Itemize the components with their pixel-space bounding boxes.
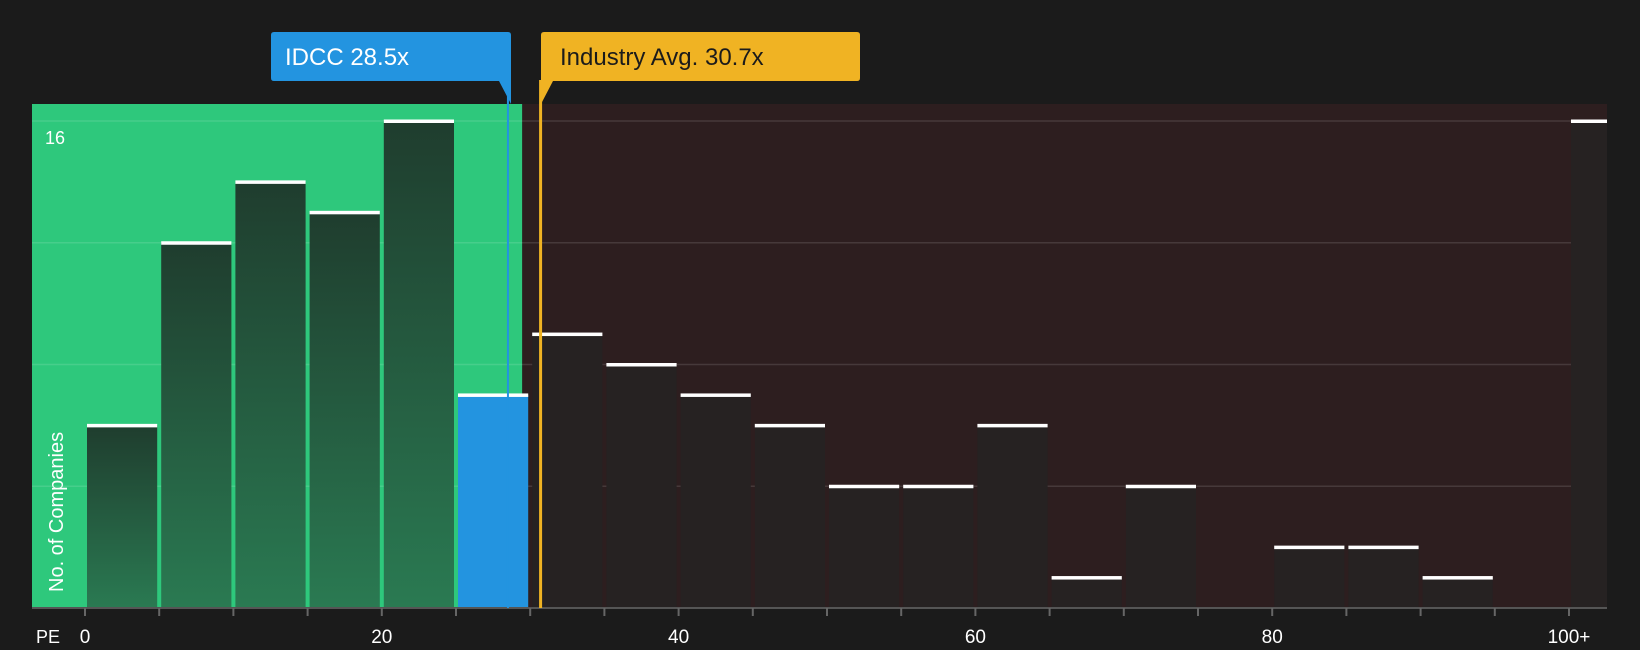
bar-100 [1571, 119, 1607, 608]
x-tick-label-2: 40 [668, 627, 689, 648]
x-axis-label: PE [36, 627, 60, 647]
bar-100-body [1571, 121, 1607, 608]
bar-40-body [680, 394, 751, 608]
company-callout-label: IDCC 28.5x [285, 44, 409, 71]
bar-30-body [532, 334, 603, 608]
bar-20-body [383, 121, 454, 608]
bar-10-body [235, 181, 306, 608]
bar-0 [87, 423, 158, 608]
bar-65 [1051, 576, 1122, 608]
bar-0-body [87, 425, 158, 608]
bar-70-top [1125, 484, 1196, 489]
bar-60 [977, 423, 1048, 608]
bar-65-body [1051, 577, 1122, 608]
bar-45 [754, 423, 825, 608]
bar-35-top [606, 363, 677, 367]
bar-25-top [458, 393, 529, 397]
bar-85 [1348, 545, 1419, 608]
bar-45-top [754, 423, 825, 428]
bar-15 [309, 210, 380, 608]
x-tick-label-5: 100+ [1548, 627, 1591, 648]
bar-80-top [1274, 545, 1345, 550]
bar-0-top [87, 423, 158, 428]
bar-15-body [309, 212, 380, 608]
bar-85-body [1348, 547, 1419, 608]
bar-70 [1125, 484, 1196, 608]
y-axis-label: No. of Companies [46, 432, 68, 592]
bar-55-body [903, 486, 974, 608]
bar-55-top [903, 484, 974, 489]
bar-55 [903, 484, 974, 608]
bar-35-body [606, 364, 677, 608]
bar-80-body [1274, 547, 1345, 608]
bar-30 [532, 332, 603, 608]
bar-50-body [829, 486, 900, 608]
bar-90-top [1422, 576, 1493, 580]
bar-20 [383, 119, 454, 608]
pe-distribution-chart: 0 20 40 60 80 100+ PE 16 No. of Companies IDC… [0, 0, 1640, 650]
bar-40 [680, 393, 751, 608]
bar-25-body [458, 394, 529, 608]
bar-40-top [680, 393, 751, 397]
x-tick-label-3: 60 [965, 627, 986, 648]
bar-5 [161, 241, 232, 608]
bar-60-top [977, 423, 1048, 428]
bar-80 [1274, 545, 1345, 608]
x-tick-label-4: 80 [1262, 627, 1283, 648]
bar-30-top [532, 332, 603, 337]
bar-5-body [161, 242, 232, 608]
bar-10-top [235, 180, 306, 184]
bar-100-top [1571, 119, 1607, 123]
x-axis-ticks [84, 608, 1570, 616]
industry-avg-callout-label: Industry Avg. 30.7x [560, 44, 764, 71]
y-axis-tick-label-16: 16 [45, 128, 65, 148]
bar-50-top [829, 484, 900, 489]
bar-85-top [1348, 545, 1419, 550]
x-tick-label-1: 20 [371, 627, 392, 648]
bar-5-top [161, 241, 232, 245]
bar-90-body [1422, 577, 1493, 608]
bar-60-body [977, 425, 1048, 608]
bar-45-body [754, 425, 825, 608]
bar-35 [606, 363, 677, 608]
bar-70-body [1125, 486, 1196, 608]
bar-25 [458, 393, 529, 608]
bar-20-top [383, 119, 454, 123]
bar-15-top [309, 210, 380, 215]
bar-50 [829, 484, 900, 608]
x-tick-label-0: 0 [80, 627, 91, 648]
bar-65-top [1051, 576, 1122, 580]
bar-10 [235, 180, 306, 608]
bar-90 [1422, 576, 1493, 608]
